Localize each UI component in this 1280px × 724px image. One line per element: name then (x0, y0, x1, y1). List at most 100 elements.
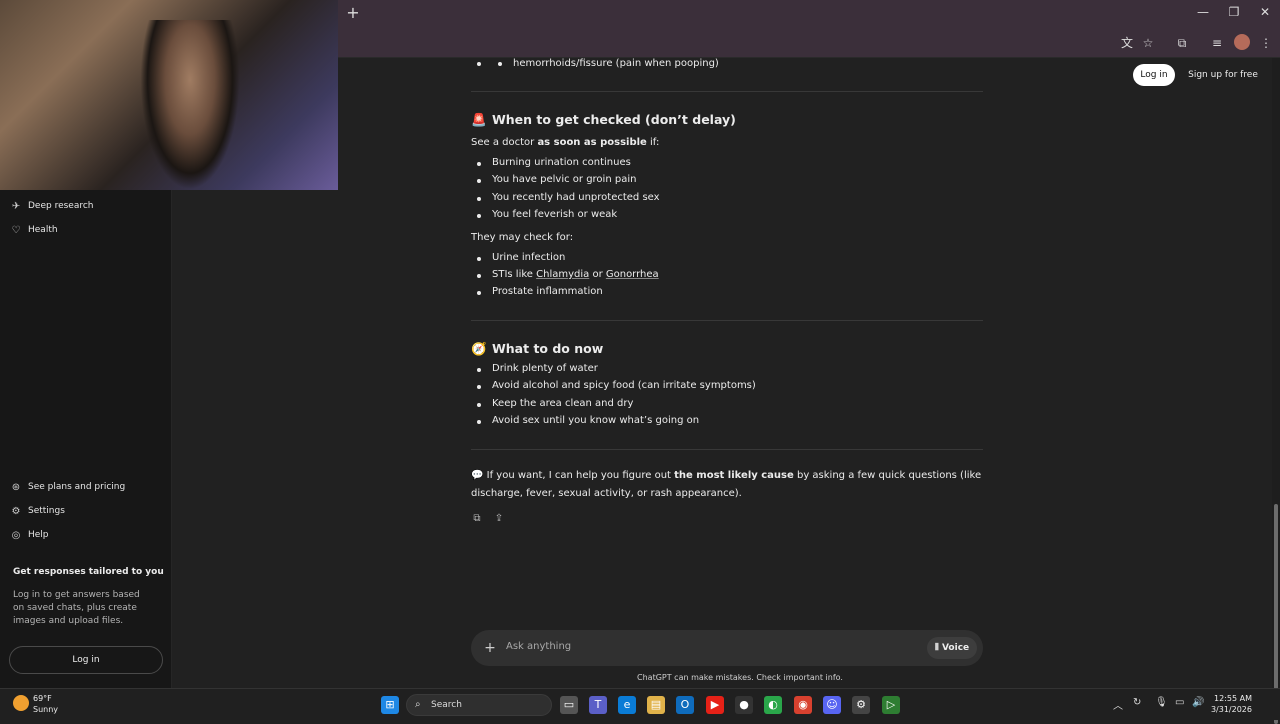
profile-avatar[interactable] (1234, 34, 1250, 50)
list-bullet (477, 291, 481, 295)
divider (471, 320, 983, 321)
sidebar: ✈ Deep research ♡ Health ⊛ See plans and… (0, 190, 172, 688)
sidebar-item-label: Settings (28, 506, 65, 516)
extensions-icon[interactable]: ⧉ (1173, 34, 1191, 52)
waveform-icon: ⦀ (934, 643, 942, 653)
divider (471, 91, 983, 92)
list-bullet (477, 179, 481, 183)
tab-search-icon[interactable]: ≡ (1208, 34, 1226, 52)
clock[interactable]: 12:55 AM 3/31/2026 (1210, 693, 1252, 715)
paragraph: They may check for: (471, 232, 574, 243)
text-span: if: (646, 137, 660, 148)
paragraph-line: discharge, fever, sexual activity, or ra… (471, 488, 742, 499)
weather-widget[interactable]: 69°F Sunny (33, 693, 58, 715)
sidebar-item-label: Health (28, 225, 58, 235)
text-span: or (589, 269, 606, 280)
text-span: by asking a few quick questions (like (793, 470, 982, 481)
sidebar-item-plans[interactable]: ⊛ See plans and pricing (10, 477, 125, 497)
sync-icon[interactable]: ↻ (1133, 697, 1141, 708)
new-tab-button[interactable]: + (344, 4, 362, 22)
file-explorer-icon[interactable]: ▤ (647, 696, 665, 714)
header-login-button[interactable]: Log in (1133, 64, 1175, 86)
translate-icon[interactable]: 文 (1118, 34, 1136, 52)
task-view-icon[interactable]: ▭ (560, 696, 578, 714)
weather-icon[interactable] (13, 695, 29, 711)
list-bullet (498, 62, 502, 66)
list-item: You recently had unprotected sex (492, 192, 660, 203)
chrome-icon[interactable]: ◉ (794, 696, 812, 714)
weather-condition: Sunny (33, 705, 59, 714)
scrollbar[interactable] (1272, 58, 1280, 724)
taskbar-search[interactable]: ⌕ Search (406, 694, 552, 716)
star-icon[interactable]: ☆ (1139, 34, 1157, 52)
weather-temp: 69°F (33, 694, 52, 703)
header-signup-button[interactable]: Sign up for free (1184, 64, 1262, 86)
promo-text: Log in to get answers based on saved cha… (13, 590, 140, 626)
list-bullet (477, 420, 481, 424)
sidebar-item-help[interactable]: ◎ Help (10, 525, 49, 545)
list-item: hemorrhoids/fissure (pain when pooping) (513, 58, 719, 69)
volume-icon[interactable]: 🔊 (1192, 697, 1204, 708)
app-gear-icon[interactable]: ⚙ (852, 696, 870, 714)
section-heading: What to do now (492, 341, 604, 356)
list-item: Drink plenty of water (492, 363, 598, 374)
list-item: Avoid sex until you know what’s going on (492, 415, 700, 426)
share-icon[interactable]: ⇪ (493, 513, 505, 525)
paragraph: 💬 If you want, I can help you figure out… (471, 470, 981, 481)
disclaimer: ChatGPT can make mistakes. Check importa… (637, 673, 843, 682)
clock-time: 12:55 AM (1214, 694, 1252, 703)
search-icon: ⌕ (415, 699, 421, 710)
tray-chevron-icon[interactable]: ︿ (1113, 697, 1123, 712)
edge-icon[interactable]: e (618, 696, 636, 714)
list-bullet (477, 257, 481, 261)
app-green-icon[interactable]: ◐ (764, 696, 782, 714)
text-span: STIs like (492, 269, 537, 280)
menu-icon[interactable]: ⋮ (1257, 34, 1275, 52)
sidebar-item-settings[interactable]: ⚙ Settings (10, 501, 65, 521)
list-item: Keep the area clean and dry (492, 398, 634, 409)
search-label: Search (431, 700, 462, 710)
list-bullet (477, 385, 481, 389)
youtube-icon[interactable]: ▶ (706, 696, 724, 714)
minimize-button[interactable]: — (1188, 5, 1218, 19)
message-input[interactable]: Ask anything (506, 641, 571, 652)
webcam-overlay (0, 0, 338, 190)
plus-icon[interactable]: + (483, 639, 497, 657)
promo-title: Get responses tailored to you (13, 567, 164, 577)
discord-icon[interactable]: ☺ (823, 696, 841, 714)
teams-icon[interactable]: T (589, 696, 607, 714)
list-bullet (477, 274, 481, 278)
sidebar-login-button[interactable]: Log in (9, 646, 163, 674)
sidebar-item-label: Deep research (28, 201, 94, 211)
close-window-button[interactable]: ✕ (1250, 5, 1280, 19)
chlamydia-link[interactable]: Chlamydia (536, 269, 589, 280)
list-item: Prostate inflammation (492, 286, 603, 297)
restore-button[interactable]: ❐ (1219, 5, 1249, 19)
sidebar-item-label: See plans and pricing (28, 482, 126, 492)
section-heading-emoji: 🧭 (471, 341, 487, 356)
text-span: If you want, I can help you figure out (483, 470, 675, 481)
sidebar-item-health[interactable]: ♡ Health (10, 220, 58, 240)
windows-start-icon[interactable]: ⊞ (381, 696, 399, 714)
app-icon[interactable]: ● (735, 696, 753, 714)
main-content-area (338, 58, 1272, 688)
composer: + Ask anything ⦀ Voice (471, 630, 983, 666)
paragraph: See a doctor as soon as possible if: (471, 137, 659, 148)
bold-text: the most likely cause (674, 470, 794, 481)
list-item: STIs like Chlamydia or Gonorrhea (492, 269, 659, 280)
copy-icon[interactable]: ⧉ (471, 513, 483, 525)
app-play-icon[interactable]: ▷ (882, 696, 900, 714)
microphone-icon[interactable]: 🎙 (1155, 697, 1168, 708)
list-item: You have pelvic or groin pain (492, 174, 637, 185)
list-item: Urine infection (492, 252, 566, 263)
outlook-icon[interactable]: O (676, 696, 694, 714)
clock-date: 3/31/2026 (1210, 705, 1252, 714)
network-icon[interactable]: ▭ (1175, 697, 1184, 708)
gonorrhea-link[interactable]: Gonorrhea (606, 269, 659, 280)
gear-icon: ⚙ (11, 505, 21, 517)
speech-bubble-icon: 💬 (471, 470, 484, 481)
voice-button[interactable]: ⦀ Voice (927, 637, 977, 659)
sidebar-item-deep-research[interactable]: ✈ Deep research (10, 196, 94, 216)
bold-text: as soon as possible (537, 137, 647, 148)
list-bullet (477, 197, 481, 201)
